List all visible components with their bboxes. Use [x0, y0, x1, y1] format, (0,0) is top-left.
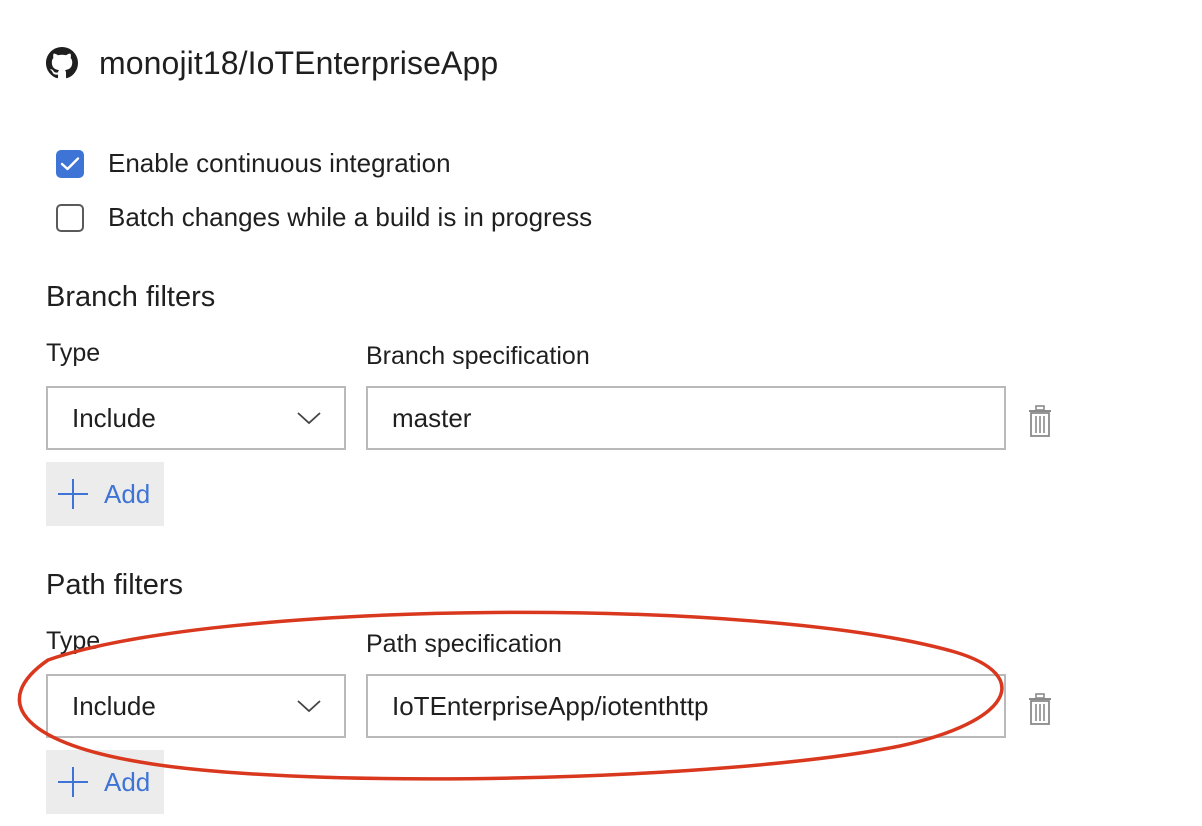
path-filters-title: Path filters: [46, 569, 183, 601]
add-branch-filter-button[interactable]: Add: [46, 462, 164, 526]
path-type-label: Type: [46, 627, 101, 655]
chevron-down-icon: [297, 700, 321, 713]
branch-filters-title: Branch filters: [46, 281, 216, 313]
add-path-filter-button[interactable]: Add: [46, 750, 164, 814]
add-branch-filter-label: Add: [104, 478, 151, 509]
batch-changes-option[interactable]: Batch changes while a build is in progre…: [56, 202, 592, 233]
enable-ci-label: Enable continuous integration: [108, 148, 451, 178]
add-path-filter-label: Add: [104, 766, 151, 797]
github-icon: [46, 47, 78, 79]
branch-type-label: Type: [46, 339, 101, 367]
ci-trigger-settings: monojit18/IoTEnterpriseApp Enable contin…: [0, 0, 1202, 826]
batch-changes-checkbox[interactable]: [56, 203, 84, 232]
enable-ci-option[interactable]: Enable continuous integration: [56, 148, 451, 179]
plus-icon: [58, 767, 88, 797]
branch-type-select[interactable]: Include: [46, 386, 346, 450]
checkmark-icon: [60, 156, 80, 170]
branch-spec-input[interactable]: [366, 386, 1006, 450]
repo-header: monojit18/IoTEnterpriseApp: [46, 38, 498, 88]
chevron-down-icon: [297, 412, 321, 425]
path-type-select[interactable]: Include: [46, 674, 346, 738]
batch-changes-label: Batch changes while a build is in progre…: [108, 202, 593, 232]
delete-branch-filter-trash-icon[interactable]: [1026, 404, 1054, 438]
delete-path-filter-trash-icon[interactable]: [1026, 692, 1054, 726]
enable-ci-checkbox[interactable]: [56, 149, 84, 178]
branch-spec-label: Branch specification: [366, 342, 590, 370]
plus-icon: [58, 479, 88, 509]
path-spec-label: Path specification: [366, 630, 562, 658]
repo-name: monojit18/IoTEnterpriseApp: [99, 44, 499, 81]
path-type-value: Include: [72, 690, 156, 721]
branch-type-value: Include: [72, 402, 156, 433]
path-spec-input[interactable]: [366, 674, 1006, 738]
